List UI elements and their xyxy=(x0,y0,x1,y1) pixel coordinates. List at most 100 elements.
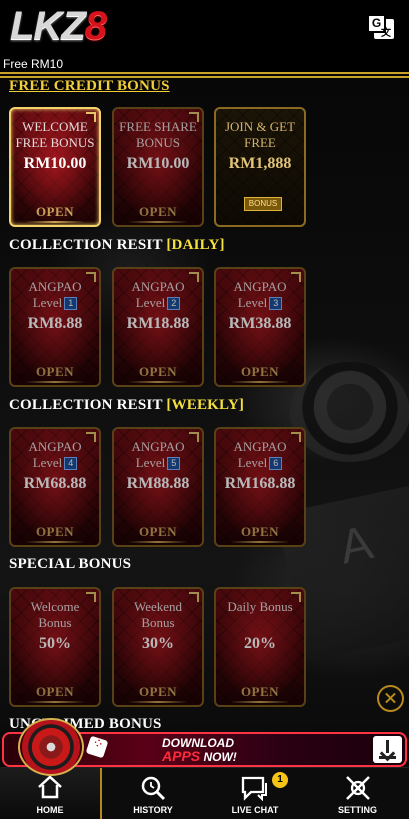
close-banner-button[interactable] xyxy=(377,685,404,712)
join-get-free-card[interactable]: JOIN & GET FREE RM1,888 BONUS xyxy=(214,107,306,227)
open-button[interactable]: OPEN xyxy=(11,524,99,543)
open-button[interactable]: OPEN xyxy=(114,364,202,383)
roulette-wheel-icon xyxy=(18,718,84,776)
card-amount: 20% xyxy=(244,635,276,652)
angpao-level-5-card[interactable]: ANGPAO Level 5 RM88.88 OPEN xyxy=(112,427,204,547)
open-button[interactable]: OPEN xyxy=(11,204,99,223)
open-button[interactable]: OPEN xyxy=(216,364,304,383)
welcome-bonus-card[interactable]: Welcome Bonus 50% OPEN xyxy=(9,587,101,707)
logo[interactable]: LKZ8 xyxy=(10,4,107,49)
settings-tools-icon xyxy=(345,776,370,800)
open-button[interactable]: OPEN xyxy=(216,684,304,703)
card-corner-ornament xyxy=(291,272,301,282)
open-button[interactable]: OPEN xyxy=(216,524,304,543)
level-badge: 6 xyxy=(269,457,283,470)
open-button[interactable]: OPEN xyxy=(114,524,202,543)
section-title-text: COLLECTION RESIT xyxy=(9,397,167,413)
card-subtitle: Bonus xyxy=(141,615,175,630)
card-corner-ornament xyxy=(189,432,199,442)
card-amount: RM10.00 xyxy=(23,155,87,172)
card-subtitle: BONUS xyxy=(135,135,181,150)
section-title-weekly: COLLECTION RESIT [WEEKLY] xyxy=(9,397,244,414)
dice-icon xyxy=(85,735,109,759)
weekend-bonus-card[interactable]: Weekend Bonus 30% OPEN xyxy=(112,587,204,707)
announcement-marquee: Free RM10 xyxy=(0,56,409,72)
free-share-bonus-card[interactable]: FREE SHARE BONUS RM10.00 OPEN xyxy=(112,107,204,227)
card-level: Level 6 xyxy=(216,455,304,471)
angpao-level-1-card[interactable]: ANGPAO Level 1 RM8.88 OPEN xyxy=(9,267,101,387)
logo-text: LKZ xyxy=(10,4,86,48)
header: LKZ8 G 文 xyxy=(0,0,409,56)
nav-setting-label: SETTING xyxy=(337,805,377,815)
nav-live-chat[interactable]: LIVE CHAT xyxy=(204,768,306,819)
level-label: Level xyxy=(237,295,268,310)
section-title-special: SPECIAL BONUS xyxy=(9,556,132,572)
live-chat-notification-badge: 1 xyxy=(272,772,288,788)
card-amount: RM168.88 xyxy=(224,475,296,492)
card-corner-ornament xyxy=(291,432,301,442)
nav-history[interactable]: HISTORY xyxy=(102,768,204,819)
download-apps-banner[interactable]: DOWNLOAD APPS NOW! xyxy=(2,718,407,776)
level-label: Level xyxy=(32,295,63,310)
download-icon-tray xyxy=(379,756,396,759)
level-label: Level xyxy=(135,455,166,470)
angpao-level-6-card[interactable]: ANGPAO Level 6 RM168.88 OPEN xyxy=(214,427,306,547)
open-button[interactable]: OPEN xyxy=(114,204,202,223)
level-label: Level xyxy=(32,455,63,470)
level-badge: 4 xyxy=(64,457,78,470)
card-corner-ornament xyxy=(189,592,199,602)
translate-button[interactable]: G 文 xyxy=(367,14,395,40)
angpao-level-3-card[interactable]: ANGPAO Level 3 RM38.88 OPEN xyxy=(214,267,306,387)
card-corner-ornament xyxy=(86,432,96,442)
chat-bubble-icon xyxy=(241,776,267,802)
section-title-free-credit: FREE CREDIT BONUS xyxy=(9,78,170,94)
card-amount: RM68.88 xyxy=(23,475,87,492)
section-title-text: COLLECTION RESIT xyxy=(9,237,167,253)
card-title: JOIN & GET xyxy=(224,119,296,134)
home-icon xyxy=(38,775,62,799)
open-button[interactable]: OPEN xyxy=(11,684,99,703)
level-label: Level xyxy=(135,295,166,310)
welcome-free-bonus-card[interactable]: WELCOME FREE BONUS RM10.00 OPEN xyxy=(9,107,101,227)
angpao-level-2-card[interactable]: ANGPAO Level 2 RM18.88 OPEN xyxy=(112,267,204,387)
card-subtitle: Bonus xyxy=(38,615,72,630)
card-amount: RM1,888 xyxy=(228,155,292,172)
nav-setting[interactable]: SETTING xyxy=(306,768,409,819)
download-apps-text: DOWNLOAD APPS NOW! xyxy=(162,737,237,764)
angpao-level-4-card[interactable]: ANGPAO Level 4 RM68.88 OPEN xyxy=(9,427,101,547)
card-amount: 30% xyxy=(142,635,174,652)
card-corner-ornament xyxy=(86,592,96,602)
card-subtitle: FREE BONUS xyxy=(15,135,95,150)
translate-icon-sub: 文 xyxy=(381,28,391,39)
card-amount: 50% xyxy=(39,635,71,652)
card-corner-ornament xyxy=(189,112,199,122)
nav-home-label: HOME xyxy=(36,805,64,815)
section-title-daily: COLLECTION RESIT [DAILY] xyxy=(9,237,225,254)
daily-bonus-card[interactable]: Daily Bonus 20% OPEN xyxy=(214,587,306,707)
bottom-nav: HOME HISTORY LIVE CHAT SETTING xyxy=(0,767,409,819)
history-search-icon xyxy=(141,776,166,801)
card-level: Level 5 xyxy=(114,455,202,471)
open-button[interactable]: OPEN xyxy=(11,364,99,383)
section-title-tag: [WEEKLY] xyxy=(166,397,245,413)
level-badge: 1 xyxy=(64,297,78,310)
card-amount: RM18.88 xyxy=(126,315,190,332)
card-level: Level 4 xyxy=(11,455,99,471)
card-amount: RM8.88 xyxy=(27,315,83,332)
card-amount: RM38.88 xyxy=(228,315,292,332)
level-badge: 2 xyxy=(167,297,181,310)
logo-number: 8 xyxy=(84,4,107,48)
card-corner-ornament xyxy=(291,592,301,602)
level-label: Level xyxy=(237,455,268,470)
card-corner-ornament xyxy=(189,272,199,282)
card-corner-ornament xyxy=(86,112,96,122)
card-level: Level 1 xyxy=(11,295,99,311)
card-amount: RM88.88 xyxy=(126,475,190,492)
bonus-chest-badge: BONUS xyxy=(244,197,282,211)
section-title-tag: [DAILY] xyxy=(166,237,225,253)
card-amount: RM10.00 xyxy=(126,155,190,172)
card-subtitle: FREE xyxy=(244,135,276,150)
card-level: Level 3 xyxy=(216,295,304,311)
open-button[interactable]: OPEN xyxy=(114,684,202,703)
apps-now-label: APPS NOW! xyxy=(162,749,237,764)
